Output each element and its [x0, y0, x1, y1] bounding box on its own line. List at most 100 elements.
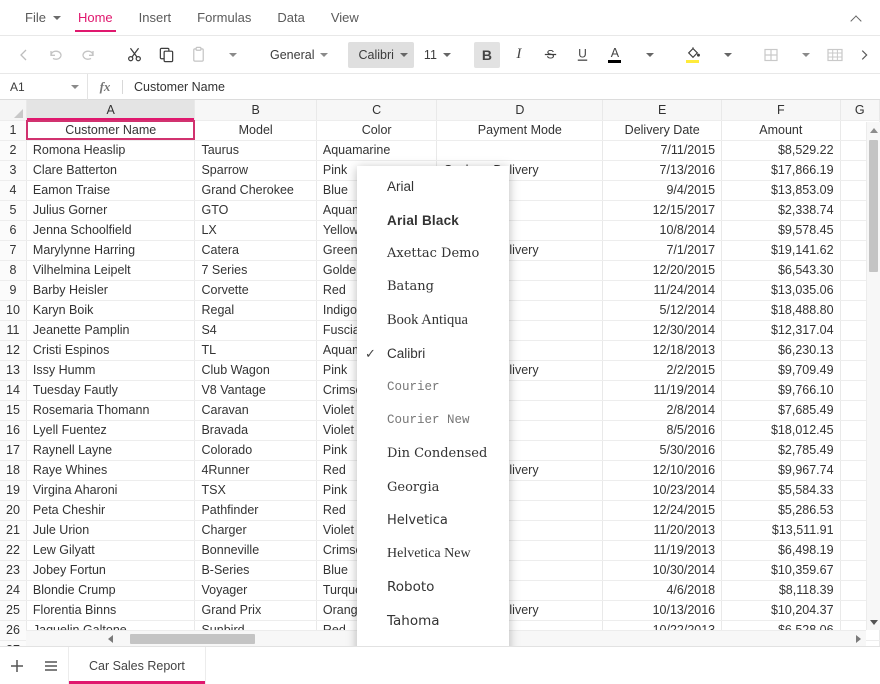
horizontal-scroll-thumb[interactable]	[130, 634, 255, 644]
font-option-tahoma[interactable]: Tahoma	[357, 604, 509, 637]
grid-cell[interactable]: 4/6/2018	[603, 580, 722, 600]
grid-cell[interactable]: B-Series	[195, 560, 316, 580]
grid-cell[interactable]: Florentia Binns	[26, 600, 195, 620]
grid-cell[interactable]: Color	[316, 120, 437, 140]
grid-cell[interactable]: $9,766.10	[722, 380, 840, 400]
row-header-22[interactable]: 22	[0, 540, 26, 560]
grid-cell[interactable]: Romona Heaslip	[26, 140, 195, 160]
row-header-13[interactable]: 13	[0, 360, 26, 380]
grid-cell[interactable]: Delivery Date	[603, 120, 722, 140]
menu-item-file[interactable]: File	[12, 0, 65, 36]
sheet-list-button[interactable]	[34, 647, 68, 684]
row-header-23[interactable]: 23	[0, 560, 26, 580]
grid-cell[interactable]: V8 Vantage	[195, 380, 316, 400]
grid-cell[interactable]: Vilhelmina Leipelt	[26, 260, 195, 280]
grid-cell[interactable]: GTO	[195, 200, 316, 220]
grid-cell[interactable]: Issy Humm	[26, 360, 195, 380]
copy-icon[interactable]	[153, 42, 179, 68]
grid-cell[interactable]: TSX	[195, 480, 316, 500]
grid-cell[interactable]: 12/30/2014	[603, 320, 722, 340]
grid-cell[interactable]: $10,204.37	[722, 600, 840, 620]
row-header-20[interactable]: 20	[0, 500, 26, 520]
font-option-calibri[interactable]: ✓Calibri	[357, 337, 509, 370]
clipboard-icon[interactable]	[185, 42, 211, 68]
grid-cell[interactable]: $8,118.39	[722, 580, 840, 600]
scroll-up-icon[interactable]	[867, 122, 880, 138]
grid-cell[interactable]: Blondie Crump	[26, 580, 195, 600]
grid-cell[interactable]: $6,543.30	[722, 260, 840, 280]
grid-cell[interactable]: $13,853.09	[722, 180, 840, 200]
grid-cell[interactable]: Amount	[722, 120, 840, 140]
fx-icon[interactable]: fx	[88, 79, 122, 95]
name-box[interactable]: A1	[0, 74, 88, 100]
grid-cell[interactable]: $5,286.53	[722, 500, 840, 520]
menu-item-formulas[interactable]: Formulas	[184, 0, 264, 36]
grid-cell[interactable]: 11/19/2014	[603, 380, 722, 400]
grid-cell[interactable]: $17,866.19	[722, 160, 840, 180]
row-header-25[interactable]: 25	[0, 600, 26, 620]
more-commands-button[interactable]	[851, 42, 877, 68]
font-option-georgia[interactable]: Georgia	[357, 471, 509, 504]
grid-cell[interactable]: Charger	[195, 520, 316, 540]
menu-item-home[interactable]: Home	[65, 0, 126, 36]
formula-input[interactable]: Customer Name	[123, 74, 880, 100]
grid-cell[interactable]: 10/8/2014	[603, 220, 722, 240]
select-all-corner[interactable]	[0, 100, 26, 120]
column-header-c[interactable]: C	[316, 100, 437, 120]
grid-cell[interactable]: $5,584.33	[722, 480, 840, 500]
grid-cell[interactable]: Club Wagon	[195, 360, 316, 380]
row-header-7[interactable]: 7	[0, 240, 26, 260]
column-header-g[interactable]: G	[840, 100, 879, 120]
grid-cell[interactable]: 4Runner	[195, 460, 316, 480]
grid-cell[interactable]: Virgina Aharoni	[26, 480, 195, 500]
column-header-b[interactable]: B	[195, 100, 316, 120]
row-header-6[interactable]: 6	[0, 220, 26, 240]
borders-icon[interactable]	[758, 42, 784, 68]
grid-cell[interactable]: $6,230.13	[722, 340, 840, 360]
redo-icon[interactable]	[75, 42, 101, 68]
scroll-left-icon[interactable]	[102, 631, 118, 646]
font-option-helvetica-new[interactable]: Helvetica New	[357, 537, 509, 570]
vertical-scroll-thumb[interactable]	[869, 140, 878, 272]
paste-options-caret[interactable]	[217, 42, 243, 68]
sheet-tab-car-sales-report[interactable]: Car Sales Report	[68, 647, 206, 684]
column-header-e[interactable]: E	[603, 100, 722, 120]
grid-cell[interactable]: Lyell Fuentez	[26, 420, 195, 440]
grid-cell[interactable]: 10/13/2016	[603, 600, 722, 620]
row-header-21[interactable]: 21	[0, 520, 26, 540]
row-header-4[interactable]: 4	[0, 180, 26, 200]
grid-cell[interactable]: $7,685.49	[722, 400, 840, 420]
grid-cell[interactable]: Colorado	[195, 440, 316, 460]
row-header-1[interactable]: 1	[0, 120, 26, 140]
row-header-2[interactable]: 2	[0, 140, 26, 160]
grid-cell[interactable]: 11/20/2013	[603, 520, 722, 540]
row-header-12[interactable]: 12	[0, 340, 26, 360]
fill-color-button[interactable]	[680, 42, 706, 68]
font-size-select[interactable]: 11	[414, 42, 457, 68]
font-name-dropdown-menu[interactable]: ArialArial BlackAxettac DemoBatangBook A…	[357, 166, 509, 646]
row-header-27[interactable]: 27	[0, 640, 26, 646]
grid-cell[interactable]: $19,141.62	[722, 240, 840, 260]
column-header-f[interactable]: F	[722, 100, 840, 120]
grid-cell[interactable]: Raye Whines	[26, 460, 195, 480]
grid-cell[interactable]: Tuesday Fautly	[26, 380, 195, 400]
menu-item-data[interactable]: Data	[264, 0, 317, 36]
grid-cell[interactable]: 12/24/2015	[603, 500, 722, 520]
bold-button[interactable]: B	[474, 42, 500, 68]
grid-cell[interactable]: Voyager	[195, 580, 316, 600]
grid-cell[interactable]: Aquamarine	[316, 140, 437, 160]
grid-cell[interactable]: Customer Name	[26, 120, 195, 140]
grid-cell[interactable]: Grand Cherokee	[195, 180, 316, 200]
grid-cell[interactable]: 10/30/2014	[603, 560, 722, 580]
grid-cell[interactable]: LX	[195, 220, 316, 240]
grid-cell[interactable]	[437, 140, 603, 160]
row-header-9[interactable]: 9	[0, 280, 26, 300]
grid-cell[interactable]: 7 Series	[195, 260, 316, 280]
row-header-3[interactable]: 3	[0, 160, 26, 180]
grid-cell[interactable]: 5/30/2016	[603, 440, 722, 460]
grid-cell[interactable]: Regal	[195, 300, 316, 320]
grid-cell[interactable]: 12/10/2016	[603, 460, 722, 480]
column-header-a[interactable]: A	[26, 100, 195, 120]
grid-cell[interactable]: Corvette	[195, 280, 316, 300]
grid-cell[interactable]: $10,359.67	[722, 560, 840, 580]
